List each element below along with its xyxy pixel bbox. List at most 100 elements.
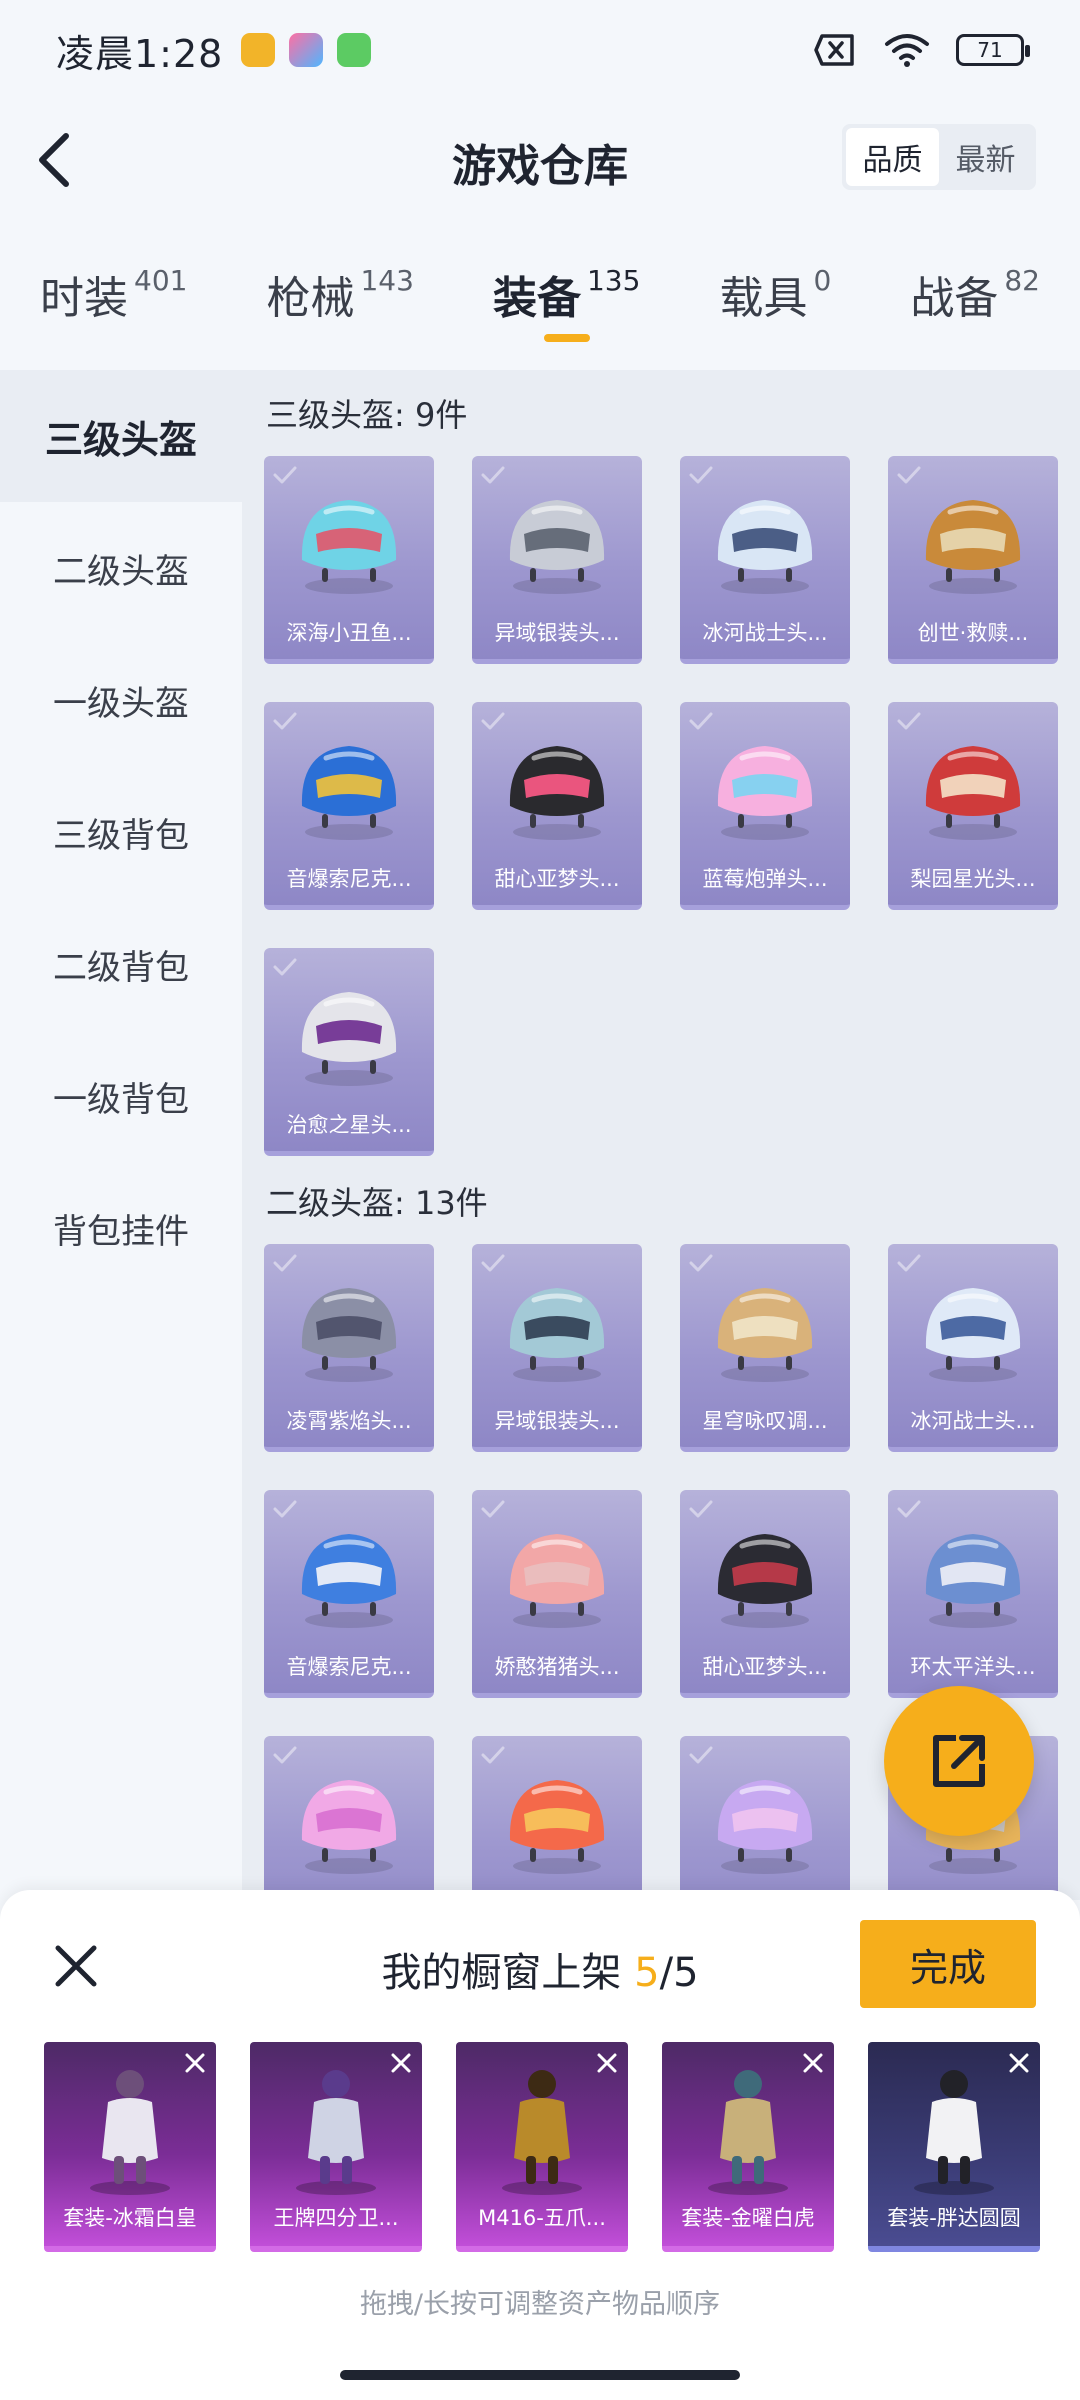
helmet-icon bbox=[286, 728, 412, 846]
helmet-icon bbox=[494, 1516, 620, 1634]
item-card[interactable]: 创世·救赎... bbox=[888, 456, 1058, 664]
status-time: 凌晨1:28 bbox=[56, 31, 224, 76]
showcase-item[interactable]: 王牌四分卫... bbox=[250, 2042, 422, 2252]
share-external-icon bbox=[933, 1735, 985, 1787]
tab-count: 401 bbox=[134, 264, 188, 297]
helmet-icon bbox=[702, 1762, 828, 1880]
sidebar: 三级头盔 二级头盔 一级头盔 三级背包 二级背包 一级背包 背包挂件 bbox=[0, 370, 242, 1900]
tab-count: 82 bbox=[1004, 264, 1040, 297]
tab-label: 载具 bbox=[719, 273, 808, 324]
item-name: 冰河战士头... bbox=[702, 621, 828, 645]
tab-vehicles[interactable]: 载具 0 bbox=[719, 240, 831, 350]
tab-count: 0 bbox=[813, 264, 832, 297]
item-card[interactable]: 娇憨猪猪头... bbox=[472, 1490, 642, 1698]
status-right: 71 bbox=[814, 32, 1030, 68]
item-card[interactable]: 冰河战士头... bbox=[680, 456, 850, 664]
helmet-icon bbox=[286, 1516, 412, 1634]
item-card[interactable]: 甜心亚梦头... bbox=[472, 702, 642, 910]
sort-latest-button[interactable]: 最新 bbox=[939, 128, 1032, 186]
tab-fashion[interactable]: 时装 401 bbox=[40, 240, 187, 350]
item-name: 创世·救赎... bbox=[917, 621, 1029, 645]
helmet-icon bbox=[910, 1516, 1036, 1634]
item-thumbnail-icon bbox=[480, 2058, 604, 2198]
showcase-item[interactable]: 套装-胖达圆圆 bbox=[868, 2042, 1040, 2252]
chat-notification-icon bbox=[337, 33, 372, 67]
sidebar-item-level3-helmet[interactable]: 三级头盔 bbox=[0, 370, 242, 502]
done-button[interactable]: 完成 bbox=[860, 1920, 1036, 2008]
tab-count: 135 bbox=[586, 264, 641, 297]
item-name: 环太平洋头... bbox=[910, 1655, 1036, 1679]
item-card[interactable]: 治愈之星头... bbox=[264, 948, 434, 1156]
status-app-icons bbox=[241, 33, 372, 67]
helmet-icon bbox=[286, 974, 412, 1092]
reorder-hint: 拖拽/长按可调整资产物品顺序 bbox=[359, 2289, 721, 2320]
battery-indicator: 71 bbox=[956, 34, 1030, 66]
showcase-title-text: 我的橱窗上架 bbox=[381, 1950, 635, 1996]
item-content: 三级头盔: 9件 深海小丑鱼... 异域银装头... 冰河战士头... 创世·救赎..… bbox=[242, 370, 1080, 1900]
helmet-icon bbox=[910, 728, 1036, 846]
item-card[interactable] bbox=[472, 1736, 642, 1900]
showcase-item[interactable]: 套装-金曜白虎 bbox=[662, 2042, 834, 2252]
sidebar-item-level3-backpack[interactable]: 三级背包 bbox=[0, 766, 242, 898]
showcase-items: 套装-冰霜白皇 王牌四分卫... M416-五爪... 套装-金曜白虎 套装-胖达圆圆 bbox=[44, 2042, 1040, 2252]
category-tabs: 时装 401 枪械 143 装备 135 载具 0 战备 82 bbox=[0, 240, 1080, 350]
item-card[interactable]: 甜心亚梦头... bbox=[680, 1490, 850, 1698]
item-card[interactable]: 音爆索尼克... bbox=[264, 1490, 434, 1698]
item-card[interactable]: 冰河战士头... bbox=[888, 1244, 1058, 1452]
item-name: 深海小丑鱼... bbox=[286, 621, 412, 645]
item-card[interactable]: 异域银装头... bbox=[472, 456, 642, 664]
sidebar-item-level1-helmet[interactable]: 一级头盔 bbox=[0, 634, 242, 766]
helmet-icon bbox=[286, 1270, 412, 1388]
helmet-icon bbox=[702, 1516, 828, 1634]
item-name: 异域银装头... bbox=[494, 1409, 620, 1433]
item-name: 甜心亚梦头... bbox=[494, 867, 620, 891]
helmet-icon bbox=[494, 728, 620, 846]
sidebar-item-level2-backpack[interactable]: 二级背包 bbox=[0, 898, 242, 1030]
item-card[interactable]: 环太平洋头... bbox=[888, 1490, 1058, 1698]
share-button[interactable] bbox=[884, 1686, 1034, 1836]
item-name: 星穹咏叹调... bbox=[702, 1409, 828, 1433]
showcase-sheet: 我的橱窗上架 5/5 完成 套装-冰霜白皇 王牌四分卫... M416-五爪... 套… bbox=[0, 1890, 1080, 2400]
item-card[interactable] bbox=[680, 1736, 850, 1900]
sidebar-item-level2-helmet[interactable]: 二级头盔 bbox=[0, 502, 242, 634]
item-card[interactable]: 梨园星光头... bbox=[888, 702, 1058, 910]
item-card[interactable]: 深海小丑鱼... bbox=[264, 456, 434, 664]
showcase-item[interactable]: 套装-冰霜白皇 bbox=[44, 2042, 216, 2252]
tab-equipment[interactable]: 装备 135 bbox=[493, 240, 640, 350]
item-grid-level3: 深海小丑鱼... 异域银装头... 冰河战士头... 创世·救赎... 音爆索尼克...… bbox=[264, 456, 1064, 1156]
tab-label: 装备 bbox=[492, 273, 581, 324]
tab-count: 143 bbox=[360, 264, 414, 297]
battery-level: 71 bbox=[977, 38, 1003, 62]
showcase-count: 5 bbox=[634, 1950, 660, 1996]
item-card[interactable]: 异域银装头... bbox=[472, 1244, 642, 1452]
helmet-icon bbox=[702, 1270, 828, 1388]
home-indicator[interactable] bbox=[340, 2370, 740, 2380]
item-card[interactable]: 星穹咏叹调... bbox=[680, 1244, 850, 1452]
status-bar: 凌晨1:28 71 bbox=[0, 0, 1080, 100]
helmet-icon bbox=[494, 482, 620, 600]
item-card[interactable]: 音爆索尼克... bbox=[264, 702, 434, 910]
item-name: 娇憨猪猪头... bbox=[494, 1655, 620, 1679]
tab-guns[interactable]: 枪械 143 bbox=[266, 240, 413, 350]
tab-label: 时装 bbox=[40, 273, 128, 324]
item-card[interactable] bbox=[264, 1736, 434, 1900]
section-title-level3: 三级头盔: 9件 bbox=[266, 396, 468, 434]
item-name: 冰河战士头... bbox=[910, 1409, 1036, 1433]
helmet-icon bbox=[702, 482, 828, 600]
item-card[interactable]: 蓝莓炮弹头... bbox=[680, 702, 850, 910]
tab-gear[interactable]: 战备 82 bbox=[910, 240, 1040, 350]
showcase-total: /5 bbox=[659, 1950, 699, 1996]
sidebar-item-backpack-charm[interactable]: 背包挂件 bbox=[0, 1162, 242, 1294]
item-name: 异域银装头... bbox=[494, 621, 620, 645]
item-thumbnail-icon bbox=[68, 2058, 192, 2198]
wifi-icon bbox=[885, 34, 929, 67]
item-thumbnail-icon bbox=[686, 2058, 810, 2198]
sort-quality-button[interactable]: 品质 bbox=[846, 128, 939, 186]
sort-toggle: 品质 最新 bbox=[842, 124, 1036, 190]
item-name: 治愈之星头... bbox=[286, 1113, 412, 1137]
item-card[interactable]: 凌霄紫焰头... bbox=[264, 1244, 434, 1452]
showcase-item[interactable]: M416-五爪... bbox=[456, 2042, 628, 2252]
helmet-icon bbox=[494, 1270, 620, 1388]
sidebar-item-level1-backpack[interactable]: 一级背包 bbox=[0, 1030, 242, 1162]
item-name: 蓝莓炮弹头... bbox=[702, 867, 828, 891]
